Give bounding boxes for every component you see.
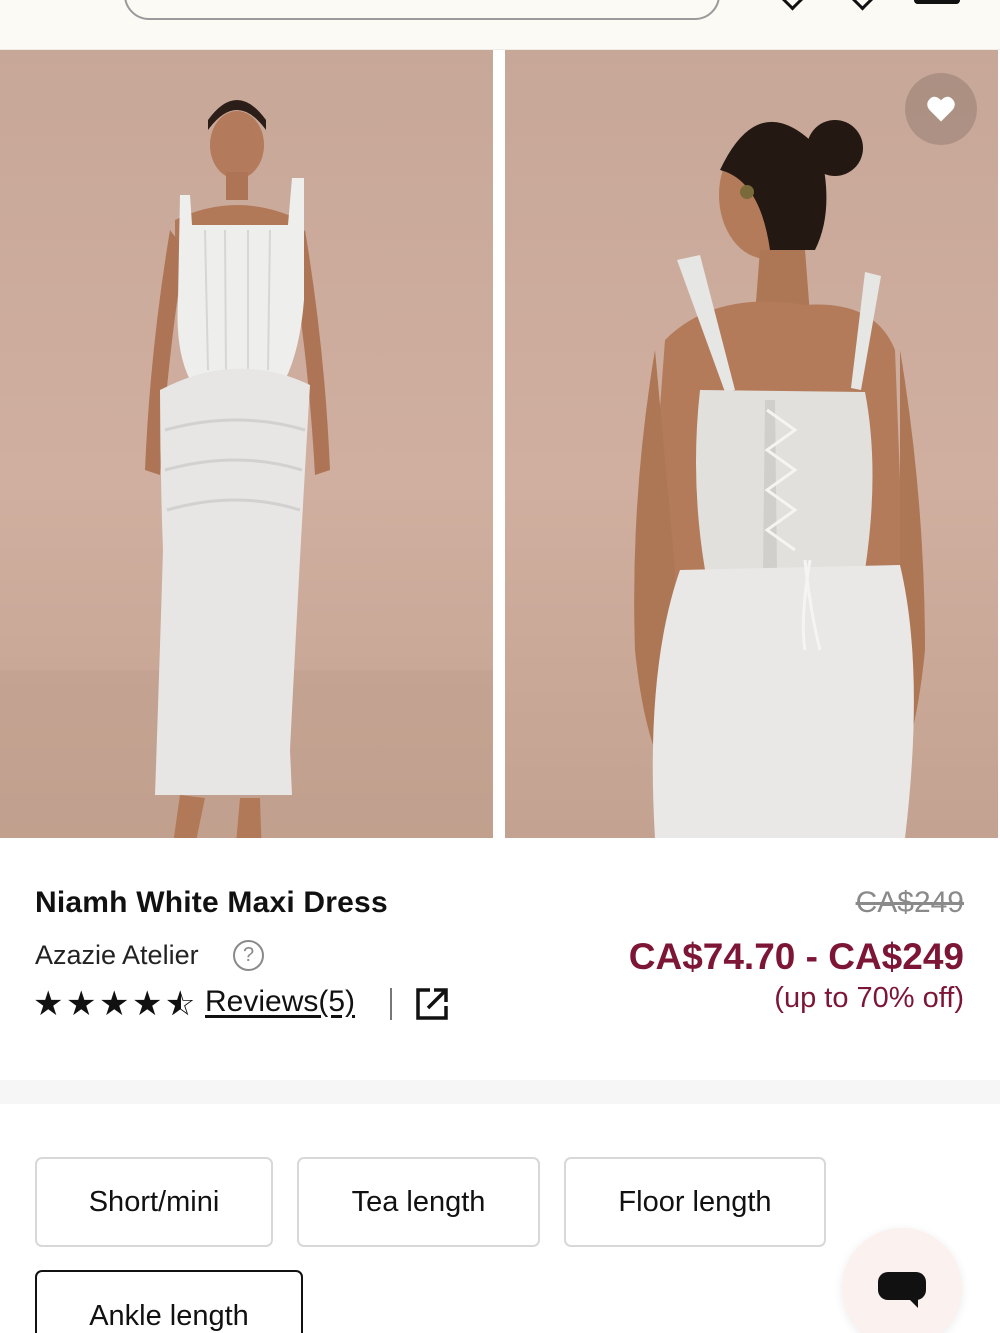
product-image-front[interactable]	[0, 50, 493, 838]
rating-stars: ★ ★ ★ ★ ★	[33, 986, 196, 1022]
original-price: CA$249	[855, 886, 964, 919]
heart-icon	[927, 96, 955, 122]
section-divider	[0, 1080, 1000, 1104]
length-option-short-mini[interactable]: Short/mini	[35, 1157, 273, 1247]
question-circle-icon[interactable]: ?	[233, 940, 264, 971]
chat-button[interactable]	[842, 1228, 962, 1333]
length-option-ankle[interactable]: Ankle length	[35, 1270, 303, 1333]
brand-name: Azazie Atelier	[35, 940, 199, 970]
star-icon: ★	[99, 985, 130, 1023]
length-option-floor[interactable]: Floor length	[564, 1157, 826, 1247]
star-icon: ★	[132, 985, 163, 1023]
star-icon: ★	[66, 985, 97, 1023]
chat-icon	[878, 1272, 926, 1308]
search-bar[interactable]	[124, 0, 720, 20]
divider	[390, 988, 392, 1020]
length-option-tea[interactable]: Tea length	[297, 1157, 540, 1247]
product-title: Niamh White Maxi Dress	[35, 886, 388, 919]
top-header	[0, 0, 1000, 50]
header-icon-2[interactable]	[840, 0, 884, 4]
star-icon: ★	[33, 985, 64, 1023]
product-gallery	[0, 50, 1000, 840]
favorite-button[interactable]	[905, 73, 977, 145]
product-image-back[interactable]	[505, 50, 998, 838]
price-range: CA$74.70 - CA$249	[628, 936, 964, 977]
cart-icon[interactable]	[914, 0, 960, 4]
header-icon-1[interactable]	[770, 0, 814, 4]
half-star-icon: ★	[165, 986, 196, 1022]
external-link-icon[interactable]	[414, 986, 450, 1022]
discount-note: (up to 70% off)	[774, 982, 964, 1014]
reviews-link[interactable]: Reviews(5)	[205, 985, 355, 1019]
